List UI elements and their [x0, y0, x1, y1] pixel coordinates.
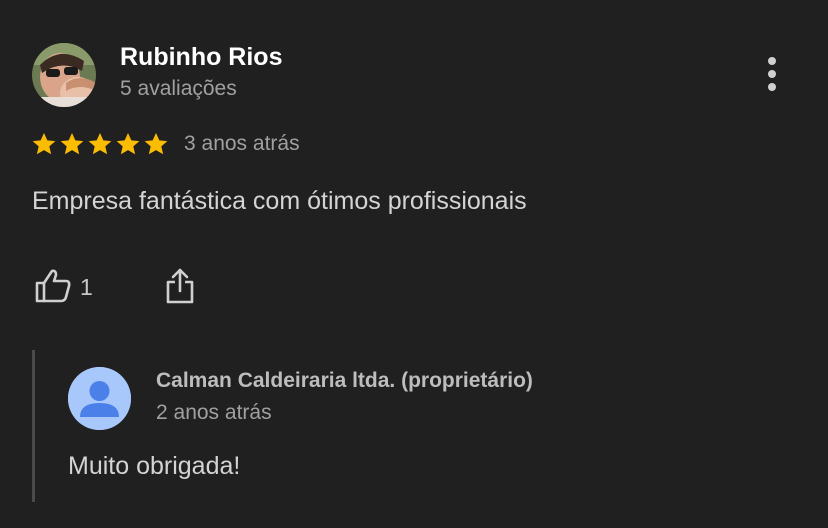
more-options-button[interactable]: [752, 54, 792, 94]
reviewer-avatar[interactable]: [32, 43, 96, 107]
share-button[interactable]: [160, 266, 200, 306]
star-icon: [88, 132, 112, 155]
review-text: Empresa fantástica com ótimos profission…: [32, 187, 527, 215]
review-card: Rubinho Rios 5 avaliações 3 anos atrás E…: [0, 0, 828, 528]
reviewer-name[interactable]: Rubinho Rios: [120, 43, 282, 72]
star-icon: [60, 132, 84, 155]
star-icon: [116, 132, 140, 155]
more-vert-icon-dot: [768, 70, 776, 78]
owner-reply-date: 2 anos atrás: [156, 401, 272, 424]
star-rating: [31, 131, 169, 157]
more-vert-icon: [768, 57, 776, 65]
owner-avatar[interactable]: [68, 367, 131, 430]
share-icon: [166, 268, 194, 304]
owner-name: Calman Caldeiraria ltda. (proprietário): [156, 369, 533, 392]
owner-reply-text: Muito obrigada!: [68, 452, 241, 480]
review-date: 3 anos atrás: [184, 132, 300, 155]
like-button[interactable]: [33, 266, 73, 306]
more-vert-icon-dot: [768, 83, 776, 91]
star-icon: [144, 132, 168, 155]
reviewer-photo: [32, 43, 96, 107]
star-icon: [32, 132, 56, 155]
person-icon: [68, 367, 131, 430]
like-count: 1: [80, 274, 93, 300]
reviewer-review-count: 5 avaliações: [120, 77, 237, 100]
thumb-up-icon: [35, 269, 71, 303]
reply-divider: [32, 350, 35, 502]
